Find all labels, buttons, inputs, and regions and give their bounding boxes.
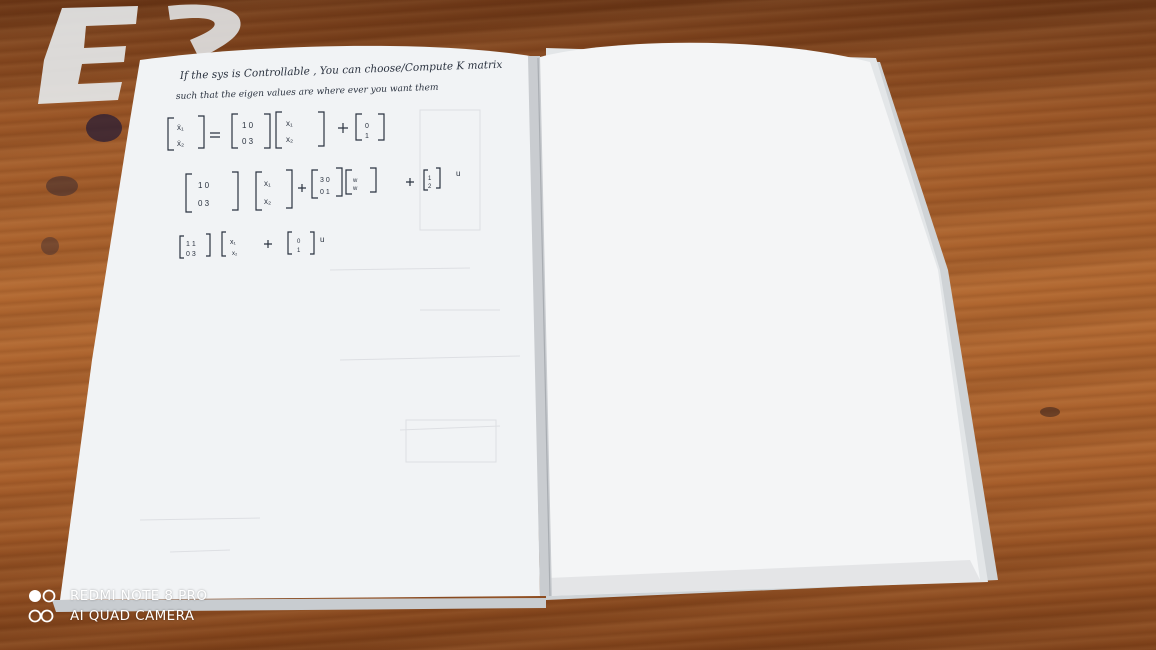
svg-text:u: u bbox=[456, 169, 460, 178]
svg-text:x₁: x₁ bbox=[286, 119, 293, 128]
open-notebook: If the sys is Controllable , You can cho… bbox=[52, 42, 998, 612]
svg-text:x₂: x₂ bbox=[232, 251, 238, 257]
svg-text:0 3: 0 3 bbox=[242, 137, 254, 146]
two-dots-icon bbox=[29, 589, 56, 603]
svg-text:w: w bbox=[352, 186, 358, 192]
svg-text:ẋ₁: ẋ₁ bbox=[177, 123, 184, 132]
svg-text:0 1: 0 1 bbox=[320, 189, 330, 196]
svg-text:0 3: 0 3 bbox=[186, 251, 196, 258]
svg-text:w: w bbox=[352, 178, 358, 184]
watermark-line-2: AI QUAD CAMERA bbox=[28, 606, 207, 626]
two-rings-icon bbox=[28, 609, 54, 623]
camera-watermark: REDMI NOTE 8 PRO AI QUAD CAMERA bbox=[28, 586, 207, 626]
svg-text:x₂: x₂ bbox=[286, 135, 293, 144]
svg-text:x₁: x₁ bbox=[264, 179, 271, 188]
svg-text:x₂: x₂ bbox=[264, 197, 271, 206]
left-page bbox=[60, 45, 540, 601]
svg-text:0: 0 bbox=[365, 123, 369, 130]
svg-text:1 1: 1 1 bbox=[186, 241, 196, 248]
svg-text:3 0: 3 0 bbox=[320, 177, 330, 184]
svg-text:0 3: 0 3 bbox=[198, 199, 210, 208]
watermark-device: REDMI NOTE 8 PRO bbox=[70, 588, 208, 604]
photo-scene: If the sys is Controllable , You can cho… bbox=[0, 0, 1156, 650]
watermark-line-1: REDMI NOTE 8 PRO bbox=[28, 586, 207, 606]
svg-text:1 0: 1 0 bbox=[198, 181, 210, 190]
svg-text:1 0: 1 0 bbox=[242, 121, 254, 130]
svg-text:1: 1 bbox=[365, 133, 369, 140]
svg-text:u: u bbox=[320, 235, 324, 244]
svg-text:x₁: x₁ bbox=[230, 239, 237, 246]
svg-text:ẋ₂: ẋ₂ bbox=[177, 139, 184, 148]
right-page bbox=[536, 42, 980, 596]
watermark-camera: AI QUAD CAMERA bbox=[70, 608, 195, 624]
